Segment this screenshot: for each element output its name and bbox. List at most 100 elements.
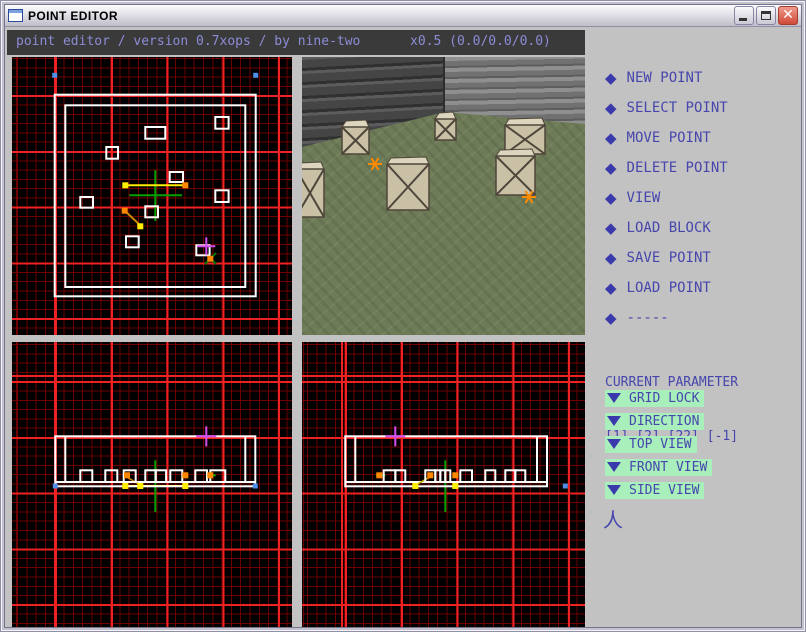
point-marker <box>182 472 188 478</box>
minimize-button[interactable] <box>734 6 754 25</box>
diamond-icon: ◆ <box>605 131 617 146</box>
diamond-icon: ◆ <box>605 101 617 116</box>
box-outline <box>195 470 207 482</box>
box-outline <box>395 470 405 482</box>
box-outline <box>445 470 450 482</box>
box-outline <box>106 147 118 159</box>
point-marker <box>124 472 130 478</box>
3d-view-canvas <box>302 57 585 335</box>
point-marker <box>452 472 458 478</box>
menu-item-load-block[interactable]: ◆LOAD BLOCK <box>605 213 728 243</box>
point-marker <box>52 73 57 78</box>
point-marker <box>137 223 143 229</box>
diamond-icon: ◆ <box>605 71 617 86</box>
point-marker <box>207 472 213 478</box>
view-toggles: GRID LOCK DIRECTION TOP VIEW FRONT VIEW … <box>605 388 712 503</box>
box-outline <box>485 470 495 482</box>
point-marker <box>427 472 433 478</box>
point-marker <box>137 483 143 489</box>
box-outline <box>170 470 182 482</box>
viewport-side-view[interactable] <box>302 342 585 627</box>
command-menu: ◆NEW POINT ◆SELECT POINT ◆MOVE POINT ◆DE… <box>605 63 728 333</box>
crate-top <box>505 118 545 125</box>
close-button[interactable]: ✕ <box>778 6 798 25</box>
menu-item-save-point[interactable]: ◆SAVE POINT <box>605 243 728 273</box>
point-marker <box>53 484 58 489</box>
menu-item-delete-point[interactable]: ◆DELETE POINT <box>605 153 728 183</box>
maximize-button[interactable] <box>756 6 776 25</box>
toggle-top-view[interactable]: TOP VIEW <box>605 436 697 453</box>
triangle-down-icon <box>607 485 621 495</box>
triangle-down-icon <box>607 393 621 403</box>
app-version-text: point editor / version 0.7xops / by nine… <box>16 34 360 49</box>
box-outline <box>105 470 117 482</box>
viewport-top-view[interactable] <box>12 57 292 335</box>
status-bar: point editor / version 0.7xops / by nine… <box>7 30 585 55</box>
box-outline <box>156 470 167 482</box>
client-area: point editor / version 0.7xops / by nine… <box>5 28 801 627</box>
viewport-3d-view[interactable] <box>302 57 585 335</box>
triangle-down-icon <box>607 439 621 449</box>
point-marker <box>563 484 568 489</box>
box-outline <box>384 470 396 482</box>
diamond-icon: ◆ <box>605 161 617 176</box>
app-icon <box>8 9 23 22</box>
menu-item-move-point[interactable]: ◆MOVE POINT <box>605 123 728 153</box>
box-outline <box>505 470 515 482</box>
point-marker <box>122 182 128 188</box>
person-glyph: 人 <box>603 504 623 533</box>
crate-top <box>342 120 369 127</box>
close-icon: ✕ <box>779 7 797 24</box>
box-outline <box>215 190 228 202</box>
box-outline <box>170 172 183 182</box>
menu-item-load-point[interactable]: ◆LOAD POINT <box>605 273 728 303</box>
minimize-icon <box>739 18 747 21</box>
maximize-icon <box>761 11 771 20</box>
toggle-direction[interactable]: DIRECTION <box>605 413 704 430</box>
menu-item-separator[interactable]: ◆----- <box>605 303 728 333</box>
menu-item-view[interactable]: ◆VIEW <box>605 183 728 213</box>
triangle-down-icon <box>607 416 621 426</box>
point-marker <box>122 483 128 489</box>
triangle-down-icon <box>607 462 621 472</box>
menu-item-new-point[interactable]: ◆NEW POINT <box>605 63 728 93</box>
viewport-front-view[interactable] <box>12 342 292 627</box>
point-editor-window: POINT EDITOR ✕ point editor / version 0.… <box>0 0 806 632</box>
diamond-icon: ◆ <box>605 221 617 236</box>
box-outline <box>215 117 228 129</box>
point-marker <box>376 472 382 478</box>
point-marker <box>253 73 258 78</box>
point-marker <box>452 483 458 489</box>
toggle-side-view[interactable]: SIDE VIEW <box>605 482 704 499</box>
window-title: POINT EDITOR <box>28 9 118 23</box>
box-outline <box>145 470 156 482</box>
box-outline <box>145 127 165 139</box>
toggle-front-view[interactable]: FRONT VIEW <box>605 459 712 476</box>
menu-item-select-point[interactable]: ◆SELECT POINT <box>605 93 728 123</box>
toggle-grid-lock[interactable]: GRID LOCK <box>605 390 704 407</box>
point-marker <box>253 484 258 489</box>
box-outline <box>80 470 92 482</box>
point-marker <box>412 483 418 489</box>
zoom-position-text: x0.5 (0.0/0.0/0.0) <box>410 34 551 49</box>
diamond-icon: ◆ <box>605 191 617 206</box>
crate-top <box>435 112 456 119</box>
crate-top <box>302 162 324 169</box>
front-view-canvas <box>12 342 292 627</box>
box-outline <box>126 236 139 247</box>
side-view-canvas <box>302 342 585 627</box>
box-outline <box>80 197 93 208</box>
titlebar[interactable]: POINT EDITOR ✕ <box>5 5 801 27</box>
diamond-icon: ◆ <box>605 311 617 326</box>
point-marker <box>182 182 188 188</box>
diamond-icon: ◆ <box>605 251 617 266</box>
box-outline <box>460 470 472 482</box>
crate-top <box>387 157 429 164</box>
point-marker <box>207 256 213 262</box>
diamond-icon: ◆ <box>605 281 617 296</box>
top-view-canvas <box>12 57 292 335</box>
box-outline <box>515 470 525 482</box>
point-marker <box>122 208 128 214</box>
point-marker <box>182 483 188 489</box>
crate-top <box>496 149 535 156</box>
